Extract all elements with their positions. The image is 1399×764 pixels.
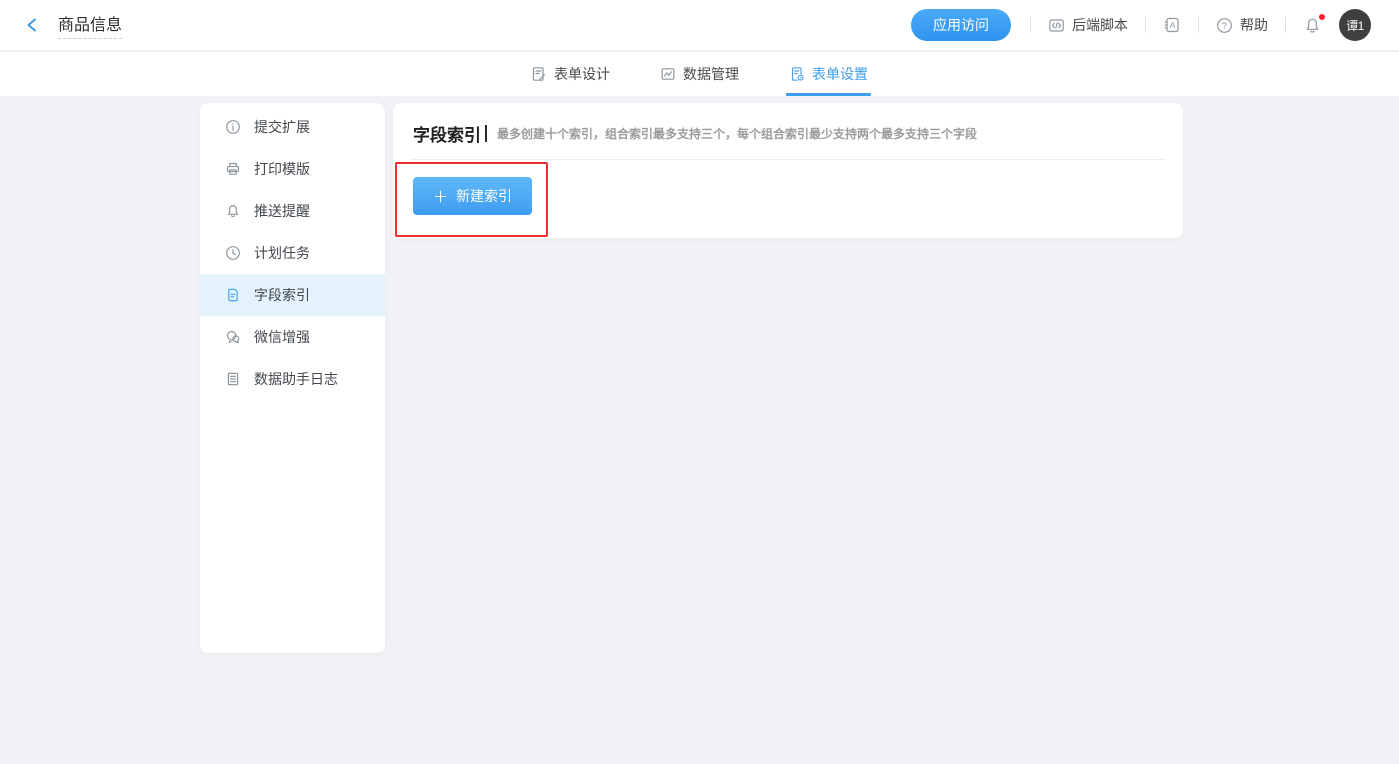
- new-index-button-label: 新建索引: [456, 186, 512, 206]
- new-index-button[interactable]: ＋ 新建索引: [413, 177, 532, 215]
- clock-icon: [225, 245, 241, 261]
- plus-icon: ＋: [433, 186, 448, 207]
- panel-title: 字段索引: [413, 121, 481, 146]
- svg-text:?: ?: [1222, 20, 1227, 31]
- sidebar-item-label: 提交扩展: [254, 117, 310, 137]
- title-divider: [485, 125, 487, 142]
- info-circle-icon: [225, 119, 241, 135]
- sidebar-item-wechat-enhance[interactable]: 微信增强: [200, 316, 385, 358]
- help-icon: ?: [1216, 17, 1233, 34]
- sidebar-item-label: 字段索引: [254, 285, 310, 305]
- data-manage-icon: [660, 66, 676, 82]
- notification-badge: [1318, 13, 1326, 21]
- app-header: 商品信息 应用访问 后端脚本: [0, 0, 1399, 51]
- sidebar-item-data-assistant-log[interactable]: 数据助手日志: [200, 358, 385, 400]
- app-window: 商品信息 应用访问 后端脚本: [0, 0, 1399, 764]
- tab-label: 数据管理: [683, 64, 739, 84]
- document-icon: [225, 287, 241, 303]
- address-book-icon: A: [1163, 16, 1181, 34]
- divider: [1198, 17, 1199, 33]
- divider: [1285, 17, 1286, 33]
- tab-bar: 表单设计 数据管理 表单设置: [0, 52, 1399, 96]
- back-button[interactable]: [24, 16, 42, 34]
- panel-title-row: 字段索引 最多创建十个索引，组合索引最多支持三个，每个组合索引最少支持两个最多支…: [393, 103, 1183, 146]
- tab-label: 表单设计: [554, 64, 610, 84]
- tab-form-design[interactable]: 表单设计: [531, 52, 610, 96]
- tab-data-management[interactable]: 数据管理: [660, 52, 739, 96]
- divider: [1030, 17, 1031, 33]
- form-settings-icon: [789, 66, 805, 82]
- sidebar-item-field-index[interactable]: 字段索引: [200, 274, 385, 316]
- wechat-icon: [225, 329, 241, 345]
- tab-label: 表单设置: [812, 64, 868, 84]
- sidebar-item-scheduled-tasks[interactable]: 计划任务: [200, 232, 385, 274]
- help-label: 帮助: [1240, 15, 1268, 35]
- address-book-button[interactable]: A: [1161, 12, 1183, 38]
- notifications-button[interactable]: [1301, 14, 1324, 37]
- sidebar-item-push-reminder[interactable]: 推送提醒: [200, 190, 385, 232]
- app-access-button[interactable]: 应用访问: [911, 9, 1011, 41]
- printer-icon: [225, 161, 241, 177]
- panel-divider: [411, 159, 1165, 160]
- sidebar-item-label: 计划任务: [254, 243, 310, 263]
- bell-icon: [225, 203, 241, 219]
- sidebar-item-label: 打印模版: [254, 159, 310, 179]
- header-left: 商品信息: [24, 11, 122, 39]
- panel-description: 最多创建十个索引，组合索引最多支持三个，每个组合索引最少支持两个最多支持三个字段: [497, 125, 977, 142]
- page-title[interactable]: 商品信息: [58, 11, 122, 39]
- chevron-left-icon: [24, 16, 42, 34]
- help-button[interactable]: ? 帮助: [1214, 11, 1270, 39]
- field-index-panel: 字段索引 最多创建十个索引，组合索引最多支持三个，每个组合索引最少支持两个最多支…: [393, 103, 1183, 238]
- divider: [1145, 17, 1146, 33]
- svg-text:A: A: [1170, 20, 1176, 30]
- code-icon: [1048, 17, 1065, 34]
- sidebar-item-label: 数据助手日志: [254, 369, 338, 389]
- backend-script-label: 后端脚本: [1072, 15, 1128, 35]
- sidebar-item-label: 推送提醒: [254, 201, 310, 221]
- user-avatar[interactable]: 谭1: [1339, 9, 1371, 41]
- sidebar-item-label: 微信增强: [254, 327, 310, 347]
- settings-sidebar: 提交扩展 打印模版 推: [200, 103, 385, 653]
- log-icon: [225, 371, 241, 387]
- content-area: 提交扩展 打印模版 推: [0, 96, 1399, 764]
- tab-form-settings[interactable]: 表单设置: [789, 52, 868, 96]
- sidebar-item-submit-extension[interactable]: 提交扩展: [200, 106, 385, 148]
- header-right: 应用访问 后端脚本: [911, 9, 1371, 41]
- form-design-icon: [531, 66, 547, 82]
- backend-script-button[interactable]: 后端脚本: [1046, 11, 1130, 39]
- sidebar-item-print-template[interactable]: 打印模版: [200, 148, 385, 190]
